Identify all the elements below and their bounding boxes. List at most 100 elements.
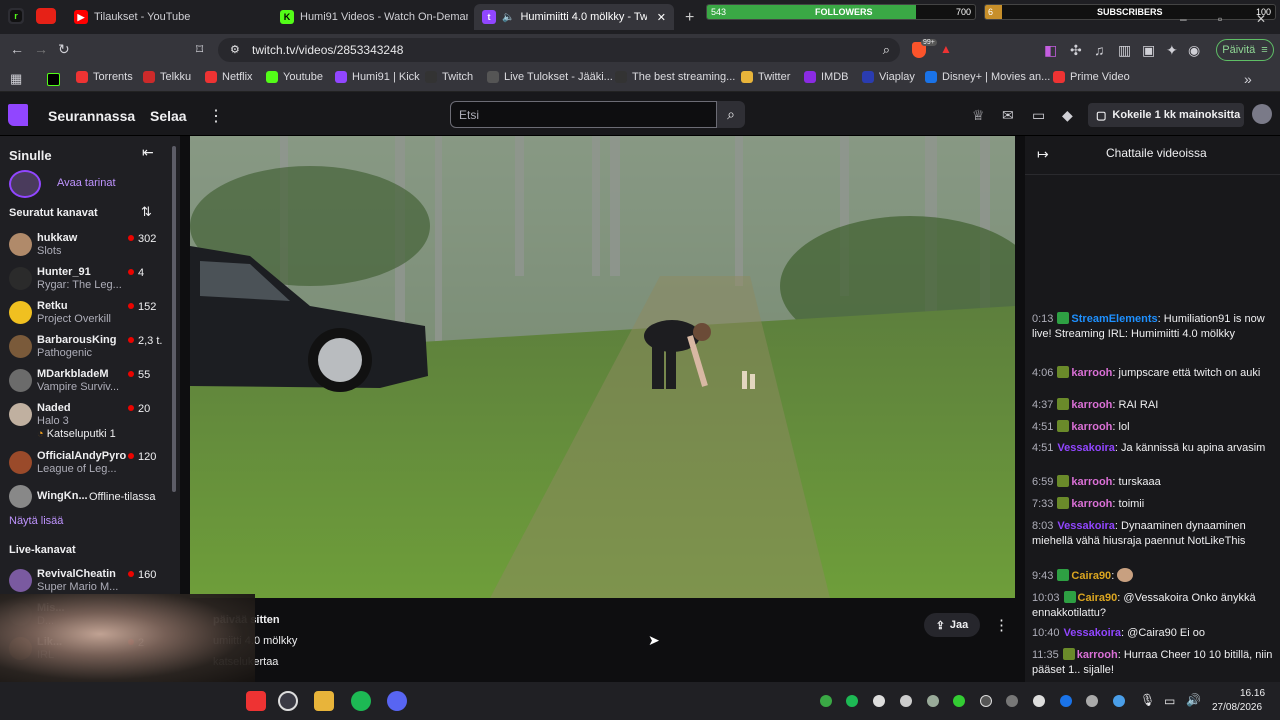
followed-channel[interactable]: Hunter_91 Rygar: The Leg... 4 (0, 262, 172, 296)
bookmark-item[interactable]: Youtube (266, 71, 323, 83)
tray-icon[interactable] (1006, 695, 1018, 707)
tray-icon[interactable] (1033, 695, 1045, 707)
extension-icon[interactable]: ◧ (1044, 43, 1057, 57)
show-more-link[interactable]: Näytä lisää (9, 515, 63, 527)
clock-time[interactable]: 16.16 (1240, 688, 1265, 699)
app-icon-red[interactable] (246, 691, 266, 711)
volume-icon[interactable]: 🔊 (1186, 693, 1201, 707)
tab-twitch[interactable]: t 🔈 Humimiitti 4.0 mölkky - Twitch ✕ (474, 4, 674, 30)
chat-username[interactable]: Vessakoira (1057, 520, 1115, 532)
more-bookmarks-icon[interactable]: » (1244, 72, 1252, 86)
live-channel[interactable]: RevivalCheatin Super Mario M... 160 (0, 564, 172, 598)
chat-username[interactable]: Vessakoira (1057, 442, 1115, 454)
followed-channel[interactable]: Naded Halo 3 20 ◔ Katseluputki 1 (0, 398, 172, 440)
bookmark-item[interactable]: Viaplay (862, 71, 915, 83)
bookmark-item[interactable]: Live Tulokset - Jääki... (487, 71, 613, 83)
url-field[interactable]: ⚙ twitch.tv/videos/2853343248 ⌕ (218, 38, 900, 62)
wallet-icon[interactable]: ▣ (1142, 43, 1155, 57)
tray-icon[interactable] (927, 695, 939, 707)
microphone-icon[interactable]: 🎙 (1140, 693, 1155, 707)
bookmark-item[interactable]: Torrents (76, 71, 133, 83)
cloud-icon[interactable] (900, 695, 912, 707)
kick-bookmark-icon[interactable] (47, 73, 60, 86)
forward-icon[interactable]: → (34, 42, 48, 56)
twitch-logo[interactable] (8, 104, 28, 126)
chat-username[interactable]: StreamElements (1071, 313, 1157, 325)
bookmark-item[interactable]: Disney+ | Movies an... (925, 71, 1050, 83)
inbox-icon[interactable]: ✉ (1002, 108, 1014, 122)
chat-username[interactable]: karrooh (1071, 476, 1112, 488)
update-button[interactable]: Päivitä ≡ (1216, 39, 1274, 61)
apps-grid-icon[interactable]: ▦ (10, 72, 22, 85)
back-icon[interactable]: ← (10, 42, 24, 56)
site-info-icon[interactable]: ⚙ (230, 43, 240, 56)
obs-icon[interactable] (278, 691, 298, 711)
sort-icon[interactable]: ⇅ (141, 204, 152, 220)
bits-icon[interactable]: ◆ (1062, 108, 1073, 122)
chat-timestamp[interactable]: 9:43 (1032, 570, 1053, 582)
sidebar-icon[interactable]: ▥ (1118, 43, 1131, 57)
open-stories-link[interactable]: Avaa tarinat (57, 177, 116, 189)
chat-username[interactable]: Caira90 (1071, 570, 1111, 582)
new-tab-button[interactable]: + (685, 9, 694, 27)
chat-timestamp[interactable]: 8:03 (1032, 520, 1053, 532)
search-button[interactable]: ⌕ (717, 101, 745, 128)
minimize-button[interactable]: – (1180, 12, 1187, 26)
chat-timestamp[interactable]: 4:06 (1032, 367, 1053, 379)
video-player[interactable] (190, 136, 1015, 598)
discord-icon[interactable] (387, 691, 407, 711)
twitch-pinned-tab[interactable]: r (8, 8, 24, 24)
bookmark-item[interactable]: Twitter (741, 71, 790, 83)
maximize-button[interactable]: ▫ (1218, 12, 1222, 26)
nav-browse[interactable]: Selaa (150, 108, 187, 124)
puzzle-icon[interactable]: ✣ (1070, 43, 1082, 57)
more-options-icon[interactable]: ⋮ (994, 616, 1009, 634)
stories-avatar[interactable] (9, 170, 41, 198)
chat-timestamp[interactable]: 11:35 (1032, 649, 1059, 661)
user-avatar[interactable] (1252, 104, 1272, 124)
profile-icon[interactable]: ◉ (1188, 43, 1200, 57)
bookmark-item[interactable]: Netflix (205, 71, 253, 83)
chat-timestamp[interactable]: 10:40 (1032, 627, 1060, 639)
bookmark-item[interactable]: Telkku (143, 71, 191, 83)
file-explorer-icon[interactable] (314, 691, 334, 711)
rewards-icon[interactable]: ▲ (940, 42, 952, 56)
chat-timestamp[interactable]: 4:51 (1032, 421, 1053, 433)
bookmark-icon[interactable]: ⌑ (196, 42, 203, 56)
nav-following[interactable]: Seurannassa (48, 108, 135, 124)
bookmark-item[interactable]: The best streaming... (615, 71, 735, 83)
chat-timestamp[interactable]: 6:59 (1032, 476, 1053, 488)
chat-username[interactable]: karrooh (1071, 498, 1112, 510)
youtube-pinned-tab[interactable] (36, 8, 56, 24)
crown-icon[interactable]: ♕ (972, 108, 985, 122)
leo-icon[interactable]: ✦ (1166, 43, 1178, 57)
chat-username[interactable]: Caira90 (1078, 592, 1118, 604)
music-icon[interactable]: ♫ (1094, 43, 1105, 57)
search-input[interactable]: Etsi (450, 101, 717, 128)
reload-icon[interactable]: ↻ (58, 42, 70, 56)
chat-username[interactable]: Vessakoira (1064, 627, 1122, 639)
chat-username[interactable]: karrooh (1071, 399, 1112, 411)
chat-timestamp[interactable]: 10:03 (1032, 592, 1060, 604)
share-button[interactable]: ⇪ Jaa (924, 613, 980, 637)
chat-timestamp[interactable]: 0:13 (1032, 313, 1053, 325)
bookmark-item[interactable]: Twitch (425, 71, 473, 83)
offline-channel[interactable]: WingKn... Offline-tilassa (0, 480, 172, 514)
chat-username[interactable]: karrooh (1071, 421, 1112, 433)
tray-icon[interactable] (1086, 695, 1098, 707)
bookmark-item[interactable]: IMDB (804, 71, 849, 83)
chat-username[interactable]: karrooh (1077, 649, 1118, 661)
collapse-chat-icon[interactable]: ↦ (1037, 146, 1049, 163)
followed-channel[interactable]: OfficialAndyPyro League of Leg... 120 (0, 446, 172, 480)
followed-channel[interactable]: BarbarousKing Pathogenic 2,3 t. (0, 330, 172, 364)
whispers-icon[interactable]: ▭ (1032, 108, 1045, 122)
close-tab-icon[interactable]: ✕ (657, 11, 666, 24)
zoom-icon[interactable]: ⌕ (883, 42, 890, 58)
play-icon[interactable] (953, 695, 965, 707)
collapse-sidebar-icon[interactable]: ⇤ (142, 144, 154, 161)
sidebar-scrollbar[interactable] (172, 146, 176, 492)
bluetooth-icon[interactable] (1060, 695, 1072, 707)
followed-channel[interactable]: hukkaw Slots 302 (0, 228, 172, 262)
obs-tray-icon[interactable] (980, 695, 992, 707)
discord-tray-icon[interactable] (873, 695, 885, 707)
